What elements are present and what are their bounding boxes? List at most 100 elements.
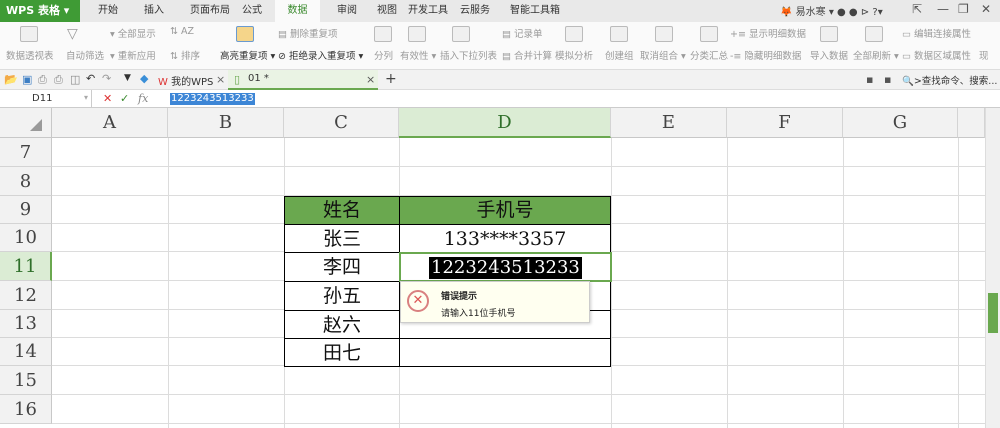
column-header-h[interactable]: [958, 108, 985, 138]
formula-input[interactable]: 1223243513233: [170, 93, 255, 105]
tab-cloud[interactable]: 云服务: [455, 0, 495, 22]
row-header-14[interactable]: 14: [0, 338, 52, 366]
cell-name[interactable]: 田七: [284, 338, 400, 367]
cell-name[interactable]: 张三: [284, 224, 400, 253]
tab-insert[interactable]: 插入: [134, 0, 174, 22]
mywps-tab[interactable]: W 我的WPS: [158, 73, 213, 88]
print-icon[interactable]: ⎙: [54, 73, 63, 87]
row-header-11[interactable]: 11: [0, 252, 52, 281]
consolidate-button[interactable]: ▤ 合并计算: [502, 48, 552, 62]
search-icon: 🔍: [902, 76, 914, 87]
show-detail-button[interactable]: +≡ 显示明细数据: [730, 26, 806, 40]
customize-dropdown-icon[interactable]: ▼: [124, 73, 131, 83]
cell-c9[interactable]: 姓名: [284, 196, 400, 225]
wps-logo-icon: W: [158, 77, 168, 88]
cell-name[interactable]: 赵六: [284, 310, 400, 339]
whatif-button[interactable]: 模拟分析: [555, 48, 593, 62]
column-header-d[interactable]: D: [399, 108, 611, 138]
reject-dup-button[interactable]: ⊘ 拒绝录入重复项 ▾: [278, 48, 363, 62]
vertical-scrollbar[interactable]: [985, 108, 1000, 428]
highlight-dup-button[interactable]: 高亮重复项 ▾: [220, 48, 275, 62]
row-header-12[interactable]: 12: [0, 281, 52, 310]
edit-link-button[interactable]: ▭ 编辑连接属性: [902, 26, 971, 40]
column-header-g[interactable]: G: [843, 108, 958, 138]
show-all-button[interactable]: ▾ 全部显示: [110, 26, 156, 40]
pivot-button[interactable]: 数据透视表: [6, 48, 54, 62]
name-box-dropdown-icon[interactable]: ▾: [84, 93, 88, 102]
scrollbar-thumb[interactable]: [988, 293, 998, 333]
hide-detail-button[interactable]: -≡ 隐藏明细数据: [730, 48, 801, 62]
undo-icon[interactable]: ↶: [86, 72, 95, 85]
confirm-icon[interactable]: ✓: [120, 92, 129, 105]
row-header-9[interactable]: 9: [0, 196, 52, 224]
close-doc-tab-icon[interactable]: ×: [366, 73, 375, 86]
active-cell-d11[interactable]: 1223243513233: [399, 252, 612, 282]
cancel-icon[interactable]: ✕: [103, 92, 112, 105]
format-icon[interactable]: ▪: [884, 73, 891, 86]
row-header-13[interactable]: 13: [0, 310, 52, 338]
column-header-e[interactable]: E: [611, 108, 727, 138]
row-header-16[interactable]: 16: [0, 395, 52, 424]
tab-formula[interactable]: 公式: [232, 0, 272, 22]
save-icon[interactable]: ▣: [22, 73, 32, 86]
range-prop-button[interactable]: ▭ 数据区域属性: [902, 48, 971, 62]
minimize-button[interactable]: —: [937, 2, 949, 16]
reapply-button[interactable]: ▾ 重新应用: [110, 48, 156, 62]
import-button[interactable]: 导入数据: [810, 48, 848, 62]
select-all-corner[interactable]: [0, 108, 52, 138]
column-header-a[interactable]: A: [52, 108, 168, 138]
cell-editor-value[interactable]: 1223243513233: [429, 257, 582, 279]
tab-developer[interactable]: 开发工具: [403, 0, 453, 22]
more-button[interactable]: 现: [979, 48, 989, 62]
record-button[interactable]: ▤ 记录单: [502, 26, 543, 40]
name-box[interactable]: D11: [0, 90, 92, 108]
tab-page-layout[interactable]: 页面布局: [180, 0, 240, 22]
tab-home[interactable]: 开始: [88, 0, 128, 22]
close-mywps-tab-icon[interactable]: ×: [216, 73, 225, 86]
comment-icon[interactable]: ▪: [866, 73, 873, 86]
sort-button[interactable]: ⇅ 排序: [170, 48, 200, 62]
error-message: 请输入11位手机号: [441, 309, 516, 319]
split-button[interactable]: 分列: [374, 48, 393, 62]
subtotal-button[interactable]: 分类汇总: [690, 48, 728, 62]
cell-name[interactable]: 李四: [284, 252, 400, 282]
validity-icon: [408, 26, 426, 45]
tab-view[interactable]: 视图: [367, 0, 407, 22]
validity-button[interactable]: 有效性 ▾: [400, 48, 436, 62]
preview-icon[interactable]: ◫: [70, 73, 80, 86]
autofilter-button[interactable]: 自动筛选: [66, 48, 104, 62]
tab-review[interactable]: 审阅: [327, 0, 367, 22]
cell-phone[interactable]: [399, 338, 611, 367]
ungroup-icon: [655, 26, 673, 45]
search-command[interactable]: 🔍>查找命令、搜索...: [902, 73, 997, 87]
redo-icon[interactable]: ↷: [102, 72, 111, 85]
cell-phone[interactable]: 133****3357: [399, 224, 611, 253]
user-menu[interactable]: 🦊 易水寒 ▾ ● ● ⊳ ?▾: [780, 3, 883, 18]
ungroup-button[interactable]: 取消组合 ▾: [640, 48, 686, 62]
row-header-7[interactable]: 7: [0, 138, 52, 167]
new-tab-icon[interactable]: +: [385, 71, 397, 87]
tab-data[interactable]: 数据: [275, 0, 320, 22]
doc-tab-01[interactable]: ▯ 01 * ×: [228, 70, 378, 90]
fx-icon[interactable]: fx: [138, 92, 148, 105]
refresh-all-button[interactable]: 全部刷新 ▾: [853, 48, 899, 62]
group-button[interactable]: 创建组: [605, 48, 634, 62]
cell-name[interactable]: 孙五: [284, 281, 400, 311]
restore-ribbon-icon[interactable]: ⇱: [912, 2, 922, 16]
delete-dup-button[interactable]: ▤ 删除重复项: [278, 26, 338, 40]
tab-smart-tools[interactable]: 智能工具箱: [505, 0, 565, 22]
column-header-c[interactable]: C: [284, 108, 399, 138]
print-preview-icon[interactable]: ⎙: [38, 73, 47, 87]
open-icon[interactable]: 📂: [4, 73, 18, 86]
row-header-10[interactable]: 10: [0, 224, 52, 252]
row-header-8[interactable]: 8: [0, 167, 52, 196]
maximize-button[interactable]: ❐: [958, 2, 969, 16]
cell-d9[interactable]: 手机号: [399, 196, 611, 225]
wps-menu-button[interactable]: WPS 表格 ▾: [0, 0, 80, 22]
dropdown-button[interactable]: 插入下拉列表: [440, 48, 497, 62]
close-button[interactable]: ✕: [981, 2, 991, 16]
row-header-15[interactable]: 15: [0, 366, 52, 395]
refresh-icon: [865, 26, 883, 45]
column-header-f[interactable]: F: [727, 108, 843, 138]
column-header-b[interactable]: B: [168, 108, 284, 138]
